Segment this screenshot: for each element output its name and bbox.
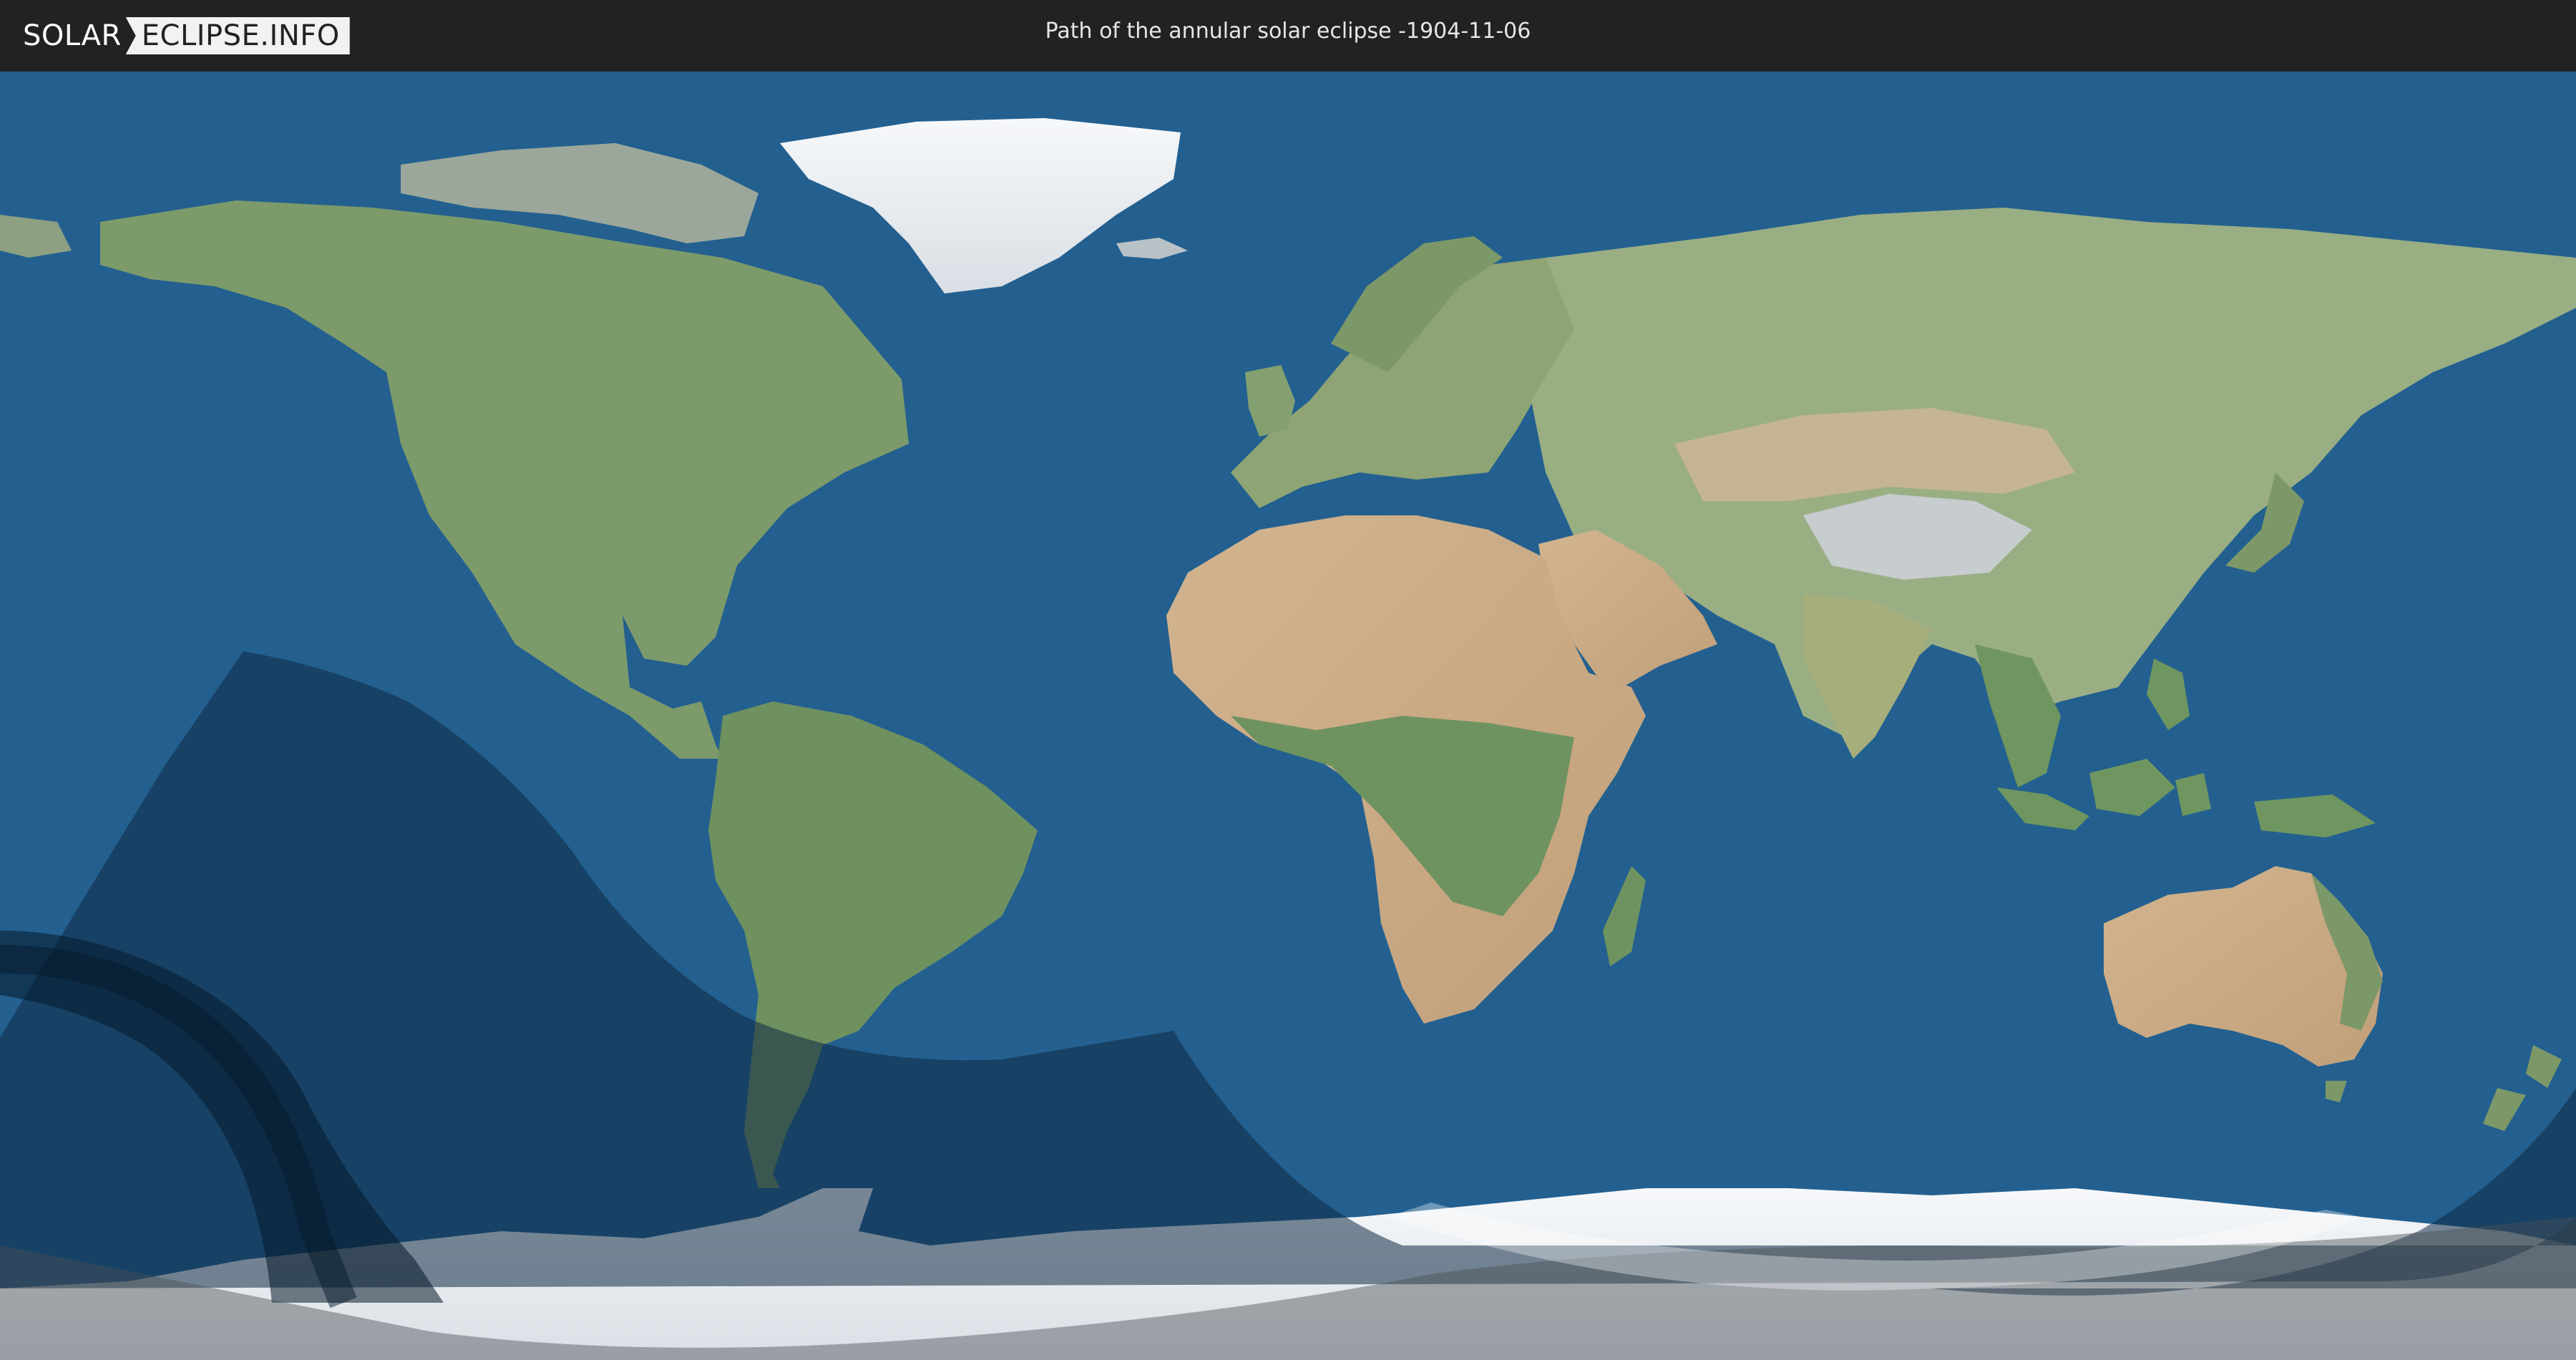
header-bar: SOLAR ECLIPSE.INFO Path of the annular s… (0, 0, 2576, 72)
world-map (0, 72, 2576, 1360)
page-title: Path of the annular solar eclipse -1904-… (1045, 19, 1531, 44)
